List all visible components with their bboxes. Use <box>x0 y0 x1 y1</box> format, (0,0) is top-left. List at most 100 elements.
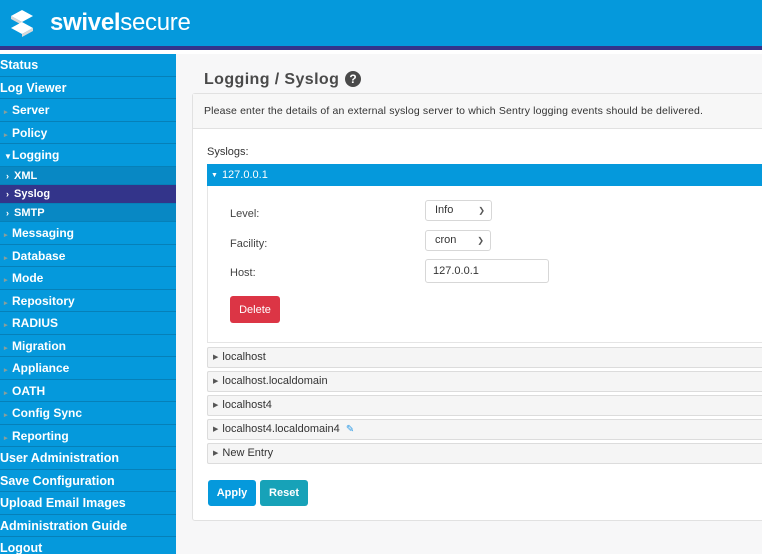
sidebar-item-label: Migration <box>12 338 66 353</box>
syslog-entry-collapsed[interactable]: ▶ localhost4.localdomain4 ✎ <box>207 419 762 440</box>
main-content: Logging / Syslog? Please enter the detai… <box>176 54 762 554</box>
caret-right-icon: ▸ <box>4 109 8 116</box>
syslog-entry-collapsed[interactable]: ▶ localhost <box>207 347 762 368</box>
level-select[interactable]: Info ❯ <box>425 200 492 221</box>
sidebar-item-administration-guide[interactable]: Administration Guide <box>0 515 176 537</box>
facility-select[interactable]: cron ❯ <box>425 230 491 251</box>
sidebar-item-logging[interactable]: ▼Logging <box>0 144 176 167</box>
sidebar-item-xml[interactable]: › XML <box>0 166 176 185</box>
caret-right-icon: ▸ <box>4 131 8 139</box>
sidebar-item-label: RADIUS <box>12 316 59 330</box>
chevron-down-icon: ❯ <box>478 206 485 215</box>
sidebar-item-status[interactable]: Status <box>0 54 176 77</box>
syslogs-label: Syslogs: <box>207 146 249 158</box>
entry-name: localhost4.localdomain4 <box>222 423 340 435</box>
edit-icon: ✎ <box>345 424 355 435</box>
description-text: Please enter the details of an external … <box>193 94 762 129</box>
sidebar-item-label: Config Sync <box>12 406 83 420</box>
sidebar-nav: Status Log Viewer ▸ Server ▸ Policy ▼Logging › X… <box>0 54 176 554</box>
caret-down-icon: ▼ <box>4 152 12 161</box>
syslog-entry-body: Level: Info ❯ Facility: cron ❯ Host: Del… <box>207 186 762 343</box>
sidebar-item-oath[interactable]: ▸ OATH <box>0 380 176 402</box>
entry-name: 127.0.0.1 <box>221 169 268 181</box>
facility-label: Facility: <box>230 238 268 250</box>
sidebar-item-user-administration[interactable]: User Administration <box>0 447 176 470</box>
sidebar-item-label: SMTP <box>14 206 45 219</box>
caret-right-icon: ▸ <box>4 434 8 442</box>
sidebar-item-upload-email-images[interactable]: Upload Email Images <box>0 492 176 515</box>
entry-name: localhost <box>222 351 266 363</box>
caret-right-icon: ▸ <box>4 232 8 239</box>
sidebar-item-radius[interactable]: ▸ RADIUS <box>0 312 176 335</box>
chevron-right-icon: › <box>6 189 9 199</box>
sidebar-item-logout[interactable]: Logout <box>0 537 176 554</box>
app-header: swivelsecure <box>0 0 762 50</box>
page-title-text: Logging / Syslog <box>204 71 340 88</box>
sidebar-item-label: Administration Guide <box>0 518 128 533</box>
sidebar-item-label: Server <box>12 103 50 117</box>
caret-right-icon: ▸ <box>4 389 8 397</box>
sidebar-item-migration[interactable]: ▸ Migration <box>0 335 176 357</box>
syslog-card: Please enter the details of an external … <box>192 93 762 521</box>
sidebar-item-log-viewer[interactable]: Log Viewer <box>0 77 176 99</box>
sidebar-item-label: Reporting <box>12 428 69 443</box>
sidebar-item-policy[interactable]: ▸ Policy <box>0 122 176 144</box>
sidebar-item-label: Upload Email Images <box>0 496 126 510</box>
chevron-right-icon: › <box>6 207 9 218</box>
chevron-right-icon: › <box>6 170 9 181</box>
sidebar-item-label: Log Viewer <box>0 80 67 95</box>
host-label: Host: <box>230 267 256 279</box>
sidebar-item-messaging[interactable]: ▸ Messaging <box>0 222 176 245</box>
sidebar-item-config-sync[interactable]: ▸ Config Sync <box>0 402 176 425</box>
logo[interactable]: swivelsecure <box>8 9 191 37</box>
caret-right-icon: ▶ <box>213 426 219 433</box>
caret-right-icon: ▶ <box>213 378 219 385</box>
syslog-entry-collapsed[interactable]: ▶ localhost.localdomain <box>207 371 762 392</box>
sidebar-item-label: Status <box>0 58 39 72</box>
caret-right-icon: ▶ <box>213 354 219 361</box>
caret-right-icon: ▸ <box>4 367 8 374</box>
sidebar-item-syslog[interactable]: › Syslog <box>0 185 176 204</box>
syslog-entry-collapsed[interactable]: ▶ localhost4 <box>207 395 762 416</box>
sidebar-item-label: Logging <box>12 148 60 162</box>
sidebar-item-mode[interactable]: ▸ Mode <box>0 267 176 290</box>
help-icon[interactable]: ? <box>345 71 362 87</box>
caret-right-icon: ▸ <box>4 277 8 284</box>
entry-name: localhost.localdomain <box>222 375 328 387</box>
syslog-entry-collapsed[interactable]: ▶ New Entry <box>207 443 762 464</box>
brand-name: swivelsecure <box>50 9 191 36</box>
level-label: Level: <box>230 208 260 220</box>
caret-right-icon: ▸ <box>4 322 8 329</box>
sidebar-item-label: Repository <box>12 293 75 308</box>
sidebar-item-label: Messaging <box>12 226 75 240</box>
sidebar-item-server[interactable]: ▸ Server <box>0 99 176 122</box>
caret-right-icon: ▸ <box>4 412 8 419</box>
sidebar-item-label: Save Configuration <box>0 473 115 488</box>
swivel-logo-icon <box>11 10 33 37</box>
reset-button[interactable]: Reset <box>260 480 308 506</box>
caret-right-icon: ▸ <box>4 254 8 262</box>
sidebar-item-repository[interactable]: ▸ Repository <box>0 290 176 312</box>
sidebar-item-database[interactable]: ▸ Database <box>0 245 176 267</box>
sidebar-item-save-configuration[interactable]: Save Configuration <box>0 470 176 492</box>
sidebar-item-label: Database <box>12 248 66 263</box>
syslog-entry-header-open[interactable]: ▼ 127.0.0.1 <box>207 164 762 186</box>
sidebar-item-smtp[interactable]: › SMTP <box>0 203 176 222</box>
sidebar-item-label: Mode <box>12 271 44 285</box>
caret-right-icon: ▸ <box>4 299 8 307</box>
level-select-value: Info <box>435 204 454 216</box>
sidebar-item-label: Logout <box>0 541 43 554</box>
caret-down-icon: ▼ <box>211 172 218 179</box>
delete-button[interactable]: Delete <box>230 296 280 323</box>
host-input[interactable] <box>425 259 549 283</box>
facility-select-value: cron <box>435 234 457 246</box>
sidebar-item-reporting[interactable]: ▸ Reporting <box>0 425 176 447</box>
entry-name: localhost4 <box>222 399 272 411</box>
apply-button[interactable]: Apply <box>208 480 256 506</box>
sidebar-item-label: OATH <box>12 383 46 398</box>
chevron-down-icon: ❯ <box>477 236 484 245</box>
entry-name: New Entry <box>222 447 274 459</box>
sidebar-item-label: XML <box>14 169 38 182</box>
sidebar-item-appliance[interactable]: ▸ Appliance <box>0 357 176 380</box>
sidebar-item-label: Policy <box>12 125 48 140</box>
